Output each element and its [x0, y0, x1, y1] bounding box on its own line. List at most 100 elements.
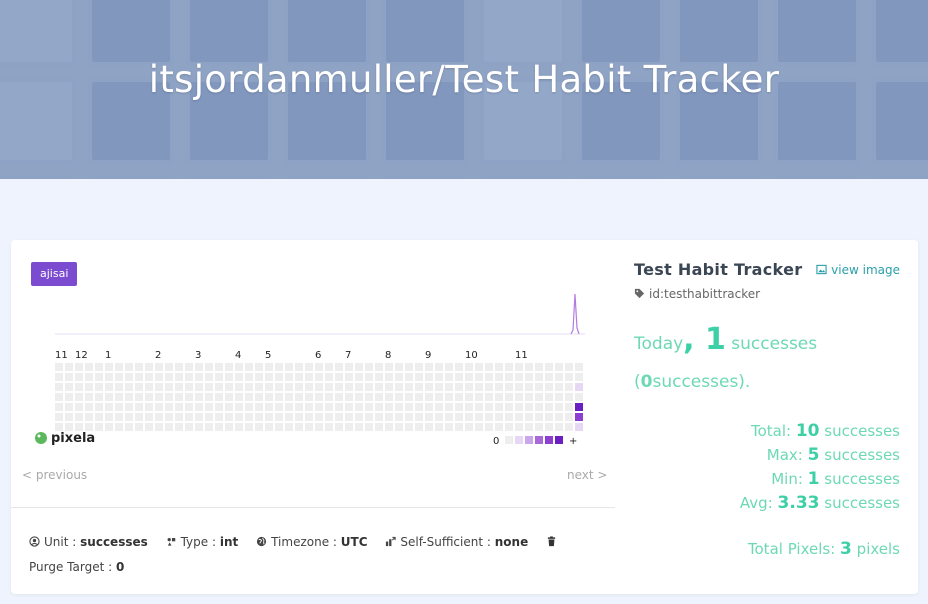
previous-link[interactable]: < previous — [22, 468, 87, 482]
stat-total: Total: 10 successes — [634, 419, 900, 443]
pixel — [385, 383, 393, 391]
pixel — [525, 403, 533, 411]
pixel — [345, 403, 353, 411]
pixel — [535, 423, 543, 431]
image-icon — [816, 264, 827, 275]
pixel — [485, 403, 493, 411]
pixel — [425, 423, 433, 431]
pixel — [205, 423, 213, 431]
pixel — [435, 413, 443, 421]
pixel — [325, 373, 333, 381]
view-image-label[interactable]: view image — [831, 263, 900, 277]
legend-min-label: 0 — [493, 436, 499, 447]
total-pixels-unit: pixels — [856, 540, 900, 558]
pixel — [415, 403, 423, 411]
pixel — [395, 423, 403, 431]
pixel — [105, 363, 113, 371]
pixel — [215, 393, 223, 401]
pixel — [305, 393, 313, 401]
pixel — [275, 413, 283, 421]
pixel — [475, 373, 483, 381]
delete-button[interactable] — [546, 530, 561, 555]
pixel — [165, 393, 173, 401]
pixela-logo-text: pixela — [51, 431, 95, 446]
theme-tag[interactable]: ajisai — [31, 262, 78, 286]
pixel — [145, 363, 153, 371]
stat-value: 10 — [795, 421, 820, 441]
pixel — [545, 403, 553, 411]
pixel — [325, 363, 333, 371]
pixel — [115, 403, 123, 411]
stat-value: 1 — [807, 469, 820, 489]
pixel — [285, 383, 293, 391]
pixel — [365, 403, 373, 411]
banner-tile — [186, 0, 272, 66]
pixel — [75, 393, 83, 401]
pixel — [325, 403, 333, 411]
self-sufficient-value: none — [494, 535, 529, 549]
pixel — [275, 373, 283, 381]
pixel — [565, 393, 573, 401]
pixel — [125, 373, 133, 381]
view-image-link[interactable]: view image — [816, 263, 900, 277]
pixel — [85, 373, 93, 381]
pixel — [355, 393, 363, 401]
pixel — [65, 373, 73, 381]
pixel — [405, 383, 413, 391]
pixel — [185, 373, 193, 381]
pixel — [355, 413, 363, 421]
total-pixels-label: Total Pixels: — [747, 540, 836, 558]
pixel — [455, 403, 463, 411]
pixel — [325, 413, 333, 421]
pixel — [105, 383, 113, 391]
month-label: 10 — [465, 350, 478, 361]
pixel — [475, 393, 483, 401]
pixel — [155, 393, 163, 401]
banner-tile — [88, 0, 174, 66]
trash-icon[interactable] — [546, 536, 557, 547]
pixel — [275, 363, 283, 371]
pixel — [205, 363, 213, 371]
pixel — [255, 413, 263, 421]
pixel — [155, 403, 163, 411]
month-label: 9 — [425, 350, 431, 361]
pixel — [465, 383, 473, 391]
month-label: 1 — [105, 350, 111, 361]
pixel — [525, 363, 533, 371]
pixel — [365, 393, 373, 401]
pixel — [535, 383, 543, 391]
pixel — [115, 413, 123, 421]
pixel — [125, 383, 133, 391]
pixel — [85, 393, 93, 401]
pixel — [435, 403, 443, 411]
pixel — [445, 373, 453, 381]
pixel — [175, 403, 183, 411]
pixel-graph[interactable]: 11 12 1 2 3 4 5 6 7 8 9 10 11pixela 0 + — [33, 290, 593, 454]
pixel — [315, 403, 323, 411]
pixel — [315, 363, 323, 371]
pixel — [355, 423, 363, 431]
next-link[interactable]: next > — [567, 468, 607, 482]
pixel — [205, 373, 213, 381]
pixel — [335, 383, 343, 391]
pixel — [355, 403, 363, 411]
pixel — [305, 413, 313, 421]
pixel — [165, 363, 173, 371]
pixel — [355, 373, 363, 381]
stat-avg: Avg: 3.33 successes — [634, 491, 900, 515]
pixel — [65, 363, 73, 371]
unit-value: successes — [80, 535, 148, 549]
pixel — [355, 363, 363, 371]
month-label: 3 — [195, 350, 201, 361]
pixel — [515, 403, 523, 411]
total-pixels-value: 3 — [840, 539, 852, 559]
pixel — [415, 363, 423, 371]
pixel — [315, 373, 323, 381]
pixel — [565, 423, 573, 431]
pixel — [385, 423, 393, 431]
pixel — [505, 363, 513, 371]
pixel — [435, 373, 443, 381]
pixel — [435, 423, 443, 431]
pixel — [135, 403, 143, 411]
purge-target-property: Purge Target : 0 — [29, 555, 124, 580]
